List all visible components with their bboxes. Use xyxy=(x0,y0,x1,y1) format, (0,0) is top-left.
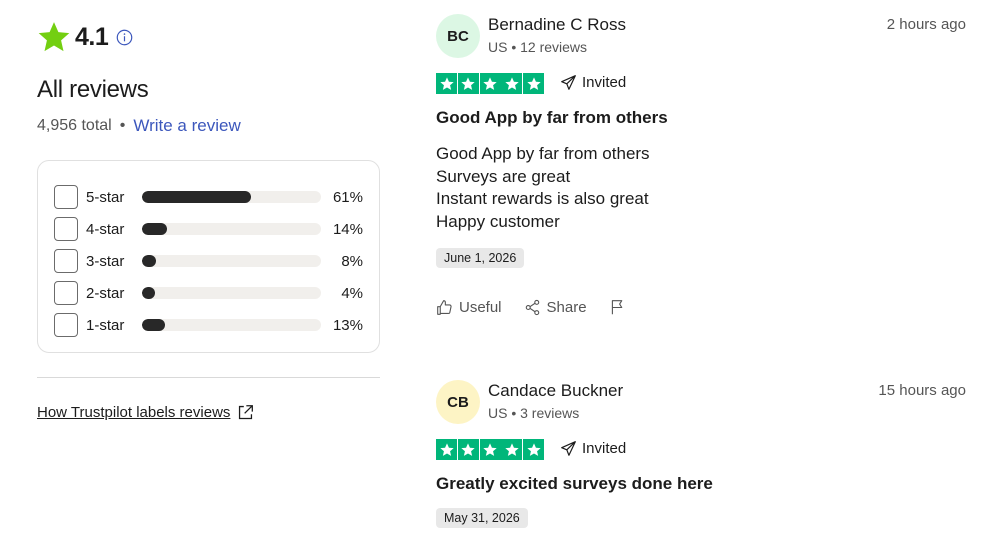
review-line: Instant rewards is also great xyxy=(436,189,649,208)
star-icon xyxy=(501,439,523,460)
review-body: Good App by far from others Surveys are … xyxy=(436,143,650,233)
paper-plane-icon xyxy=(561,75,576,90)
star-label: 2-star xyxy=(86,284,125,302)
experience-date: May 31, 2026 xyxy=(436,508,528,528)
reviewer-name[interactable]: Bernadine C Ross xyxy=(488,15,626,35)
review-count-row: 4,956 total • Write a review xyxy=(37,116,241,136)
percent: 4% xyxy=(341,284,363,302)
star-rating xyxy=(436,73,545,94)
experience-date: June 1, 2026 xyxy=(436,248,525,268)
percent: 8% xyxy=(341,252,363,270)
bar-fill xyxy=(141,223,167,235)
share-icon xyxy=(525,299,539,316)
star-icon xyxy=(479,439,501,460)
bar-fill xyxy=(141,191,252,203)
star-icon xyxy=(436,73,457,94)
filter-1-star[interactable]: 1-star 13% xyxy=(54,309,363,341)
star-icon xyxy=(436,439,457,460)
review-line: Good App by far from others xyxy=(436,144,650,163)
review-card: BC Bernadine C Ross US • 12 reviews 2 ho… xyxy=(436,14,966,334)
avatar[interactable]: BC xyxy=(436,14,480,58)
divider xyxy=(37,377,380,378)
useful-button[interactable]: Useful xyxy=(436,299,502,316)
useful-label: Useful xyxy=(459,299,502,316)
filter-4-star[interactable]: 4-star 14% xyxy=(54,213,363,245)
filter-3-star[interactable]: 3-star 8% xyxy=(54,245,363,277)
review-time: 15 hours ago xyxy=(878,382,966,399)
invited-badge[interactable]: Invited xyxy=(560,440,626,457)
page-title: All reviews xyxy=(37,76,149,103)
star-icon xyxy=(523,439,545,460)
checkbox[interactable] xyxy=(54,313,78,337)
reviewer-meta: US • 12 reviews xyxy=(488,39,588,55)
star-rating xyxy=(436,439,545,460)
star-icon xyxy=(457,439,479,460)
checkbox[interactable] xyxy=(54,217,78,241)
review-title[interactable]: Good App by far from others xyxy=(436,108,668,128)
avatar[interactable]: CB xyxy=(436,380,480,424)
star-label: 1-star xyxy=(86,316,125,334)
write-review-link[interactable]: Write a review xyxy=(133,116,240,136)
external-link-icon xyxy=(239,405,254,420)
percent: 14% xyxy=(332,220,363,238)
share-label: Share xyxy=(546,299,587,316)
report-button[interactable] xyxy=(609,299,632,316)
bar-fill xyxy=(141,255,157,267)
review-actions: Useful Share xyxy=(436,299,654,316)
distribution-bar xyxy=(141,255,322,267)
percent: 61% xyxy=(332,188,363,206)
invited-label: Invited xyxy=(582,74,627,91)
flag-icon xyxy=(611,300,622,315)
star-label: 5-star xyxy=(86,188,125,206)
distribution-bar xyxy=(141,287,322,299)
separator: • xyxy=(119,117,126,134)
star-icon xyxy=(479,73,501,94)
thumbs-up-icon xyxy=(437,300,452,315)
filter-5-star[interactable]: 5-star 61% xyxy=(54,181,363,213)
how-labels-reviews-link[interactable]: How Trustpilot labels reviews xyxy=(37,404,254,421)
link-label: How Trustpilot labels reviews xyxy=(37,404,231,421)
percent: 13% xyxy=(332,316,363,334)
review-card: CB Candace Buckner US • 3 reviews 15 hou… xyxy=(436,380,966,538)
distribution-bar xyxy=(141,191,322,203)
review-line: Surveys are great xyxy=(436,166,571,186)
info-icon[interactable] xyxy=(116,29,133,46)
star-label: 4-star xyxy=(86,220,125,238)
bar-fill xyxy=(141,319,166,331)
star-filter-box: 5-star 61% 4-star 14% 3-star 8% 2-star 4… xyxy=(37,160,380,353)
rating-value: 4.1 xyxy=(75,22,109,51)
invited-label: Invited xyxy=(582,440,627,457)
review-time: 2 hours ago xyxy=(886,16,966,33)
star-icon xyxy=(523,73,545,94)
review-title[interactable]: Greatly excited surveys done here xyxy=(436,474,713,494)
total-reviews: 4,956 total xyxy=(37,117,112,134)
checkbox[interactable] xyxy=(54,281,78,305)
share-button[interactable]: Share xyxy=(524,299,587,316)
checkbox[interactable] xyxy=(54,185,78,209)
overall-rating: 4.1 xyxy=(37,20,133,54)
review-line: Happy customer xyxy=(436,211,560,231)
paper-plane-icon xyxy=(561,441,576,456)
star-label: 3-star xyxy=(86,252,125,270)
invited-badge[interactable]: Invited xyxy=(560,74,626,91)
filter-2-star[interactable]: 2-star 4% xyxy=(54,277,363,309)
checkbox[interactable] xyxy=(54,249,78,273)
bar-fill xyxy=(141,287,156,299)
reviewer-name[interactable]: Candace Buckner xyxy=(488,381,623,401)
star-icon xyxy=(457,73,479,94)
reviewer-meta: US • 3 reviews xyxy=(488,405,580,421)
star-icon xyxy=(38,22,70,52)
distribution-bar xyxy=(141,319,322,331)
distribution-bar xyxy=(141,223,322,235)
star-icon xyxy=(501,73,523,94)
